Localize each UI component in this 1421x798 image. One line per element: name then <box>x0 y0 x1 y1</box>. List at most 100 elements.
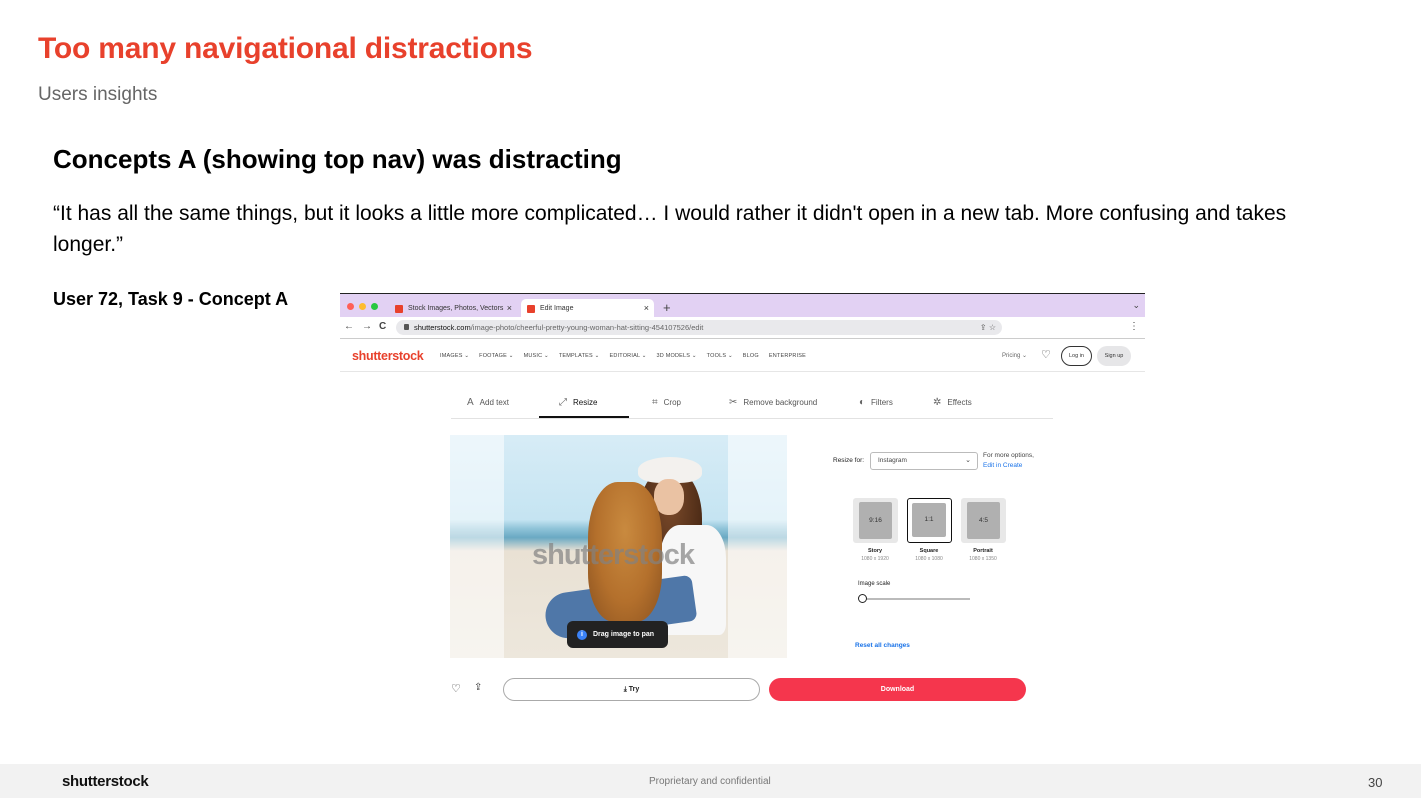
tool-label: Effects <box>947 398 972 407</box>
nav-item-images[interactable]: IMAGES ⌄ <box>440 353 469 359</box>
tab-label: Edit Image <box>540 305 574 312</box>
ratio-dims-square: 1080 x 1080 <box>915 556 943 562</box>
reload-icon[interactable]: C <box>379 321 386 332</box>
image-canvas[interactable]: shutterstock i Drag image to pan <box>450 435 787 658</box>
back-arrow-icon[interactable]: ← <box>344 321 354 332</box>
tool-resize[interactable]: ⤢ Resize <box>559 397 597 408</box>
ratio-option-portrait[interactable]: 4:5 <box>961 498 1006 543</box>
edit-in-create-link[interactable]: Edit in Create <box>983 461 1034 471</box>
ratio-dims-story: 1080 x 1920 <box>861 556 889 562</box>
ratio-preview: 1:1 <box>912 503 946 537</box>
signup-button[interactable]: Sign up <box>1097 346 1131 366</box>
more-options-text: For more options, <box>983 452 1034 459</box>
browser-menu-icon[interactable]: ⋮ <box>1129 321 1139 332</box>
nav-item-enterprise[interactable]: ENTERPRISE <box>769 353 806 359</box>
image-scale-handle[interactable] <box>858 594 867 603</box>
nav-item-3d-models[interactable]: 3D MODELS ⌄ <box>657 353 697 359</box>
ratio-dims-portrait: 1080 x 1350 <box>969 556 997 562</box>
screenshot-caption: User 72, Task 9 - Concept A <box>53 289 289 309</box>
user-quote: “It has all the same things, but it look… <box>53 202 1287 256</box>
footer-logo: shutterstock <box>62 773 149 790</box>
try-button[interactable]: ⤓ Try <box>503 678 760 701</box>
image-scale-label: Image scale <box>858 581 891 587</box>
nav-item-footage[interactable]: FOOTAGE ⌄ <box>479 353 513 359</box>
tool-filters[interactable]: ◐ Filters <box>859 397 893 408</box>
nav-item-editorial[interactable]: EDITORIAL ⌄ <box>609 353 646 359</box>
section-heading: Concepts A (showing top nav) was distrac… <box>53 144 622 174</box>
favorites-heart-icon[interactable]: ♡ <box>1041 348 1051 361</box>
share-icon[interactable]: ⇪ <box>474 682 482 693</box>
nav-item-tools[interactable]: TOOLS ⌄ <box>707 353 733 359</box>
shutterstock-favicon-icon <box>527 304 535 313</box>
resize-for-label: Resize for: <box>833 457 865 464</box>
url-path: /image-photo/cheerful-pretty-young-woman… <box>470 323 704 332</box>
shutterstock-logo[interactable]: shutterstock <box>352 349 424 363</box>
tab-search-chevron-icon[interactable]: ⌄ <box>1132 300 1140 311</box>
crop-icon: ⌗ <box>652 397 658 408</box>
browser-tab-stock-images[interactable]: Stock Images, Photos, Vectors × <box>389 299 517 318</box>
image-scale-slider[interactable] <box>862 598 970 600</box>
magic-wand-icon: ✲ <box>933 397 942 408</box>
resize-for-select[interactable]: Instagram ⌄ <box>870 452 978 470</box>
lock-icon <box>404 324 409 330</box>
nav-item-templates[interactable]: TEMPLATES ⌄ <box>559 353 600 359</box>
slide-title: Too many navigational distractions <box>38 32 533 65</box>
ratio-option-square[interactable]: 1:1 <box>907 498 952 543</box>
slide-footer: shutterstock Proprietary and confidentia… <box>0 764 1421 798</box>
tool-label: Remove background <box>743 398 818 407</box>
crop-dim-right <box>728 435 787 658</box>
shutterstock-favicon-icon <box>395 304 403 313</box>
site-nav-items: IMAGES ⌄ FOOTAGE ⌄ MUSIC ⌄ TEMPLATES ⌄ E… <box>440 353 806 359</box>
scissors-icon: ✂ <box>729 397 738 408</box>
ratio-preview: 9:16 <box>859 502 892 539</box>
pan-hint-text: Drag image to pan <box>593 631 655 638</box>
url-host: shutterstock.com <box>414 323 471 332</box>
close-tab-icon[interactable]: × <box>507 303 512 313</box>
tab-label: Stock Images, Photos, Vectors <box>408 305 504 312</box>
shutterstock-watermark: shutterstock <box>532 539 695 571</box>
ratio-name-story: Story <box>867 548 883 554</box>
ratio-preview: 4:5 <box>967 502 1000 539</box>
window-maximize-dot[interactable] <box>371 303 378 310</box>
filters-icon: ◐ <box>859 397 866 408</box>
ratio-option-story[interactable]: 9:16 <box>853 498 898 543</box>
nav-item-blog[interactable]: BLOG <box>743 353 759 359</box>
editor-toolbar: A Add text ⤢ Resize ⌗ Crop ✂ Remove back… <box>451 391 1053 419</box>
photo-woman-face <box>654 479 684 515</box>
new-tab-icon[interactable]: + <box>663 300 671 315</box>
tool-label: Add text <box>479 398 510 407</box>
browser-screenshot: Stock Images, Photos, Vectors × Edit Ima… <box>340 293 1145 713</box>
window-minimize-dot[interactable] <box>359 303 366 310</box>
address-bar-row: ← → C shutterstock.com/image-photo/cheer… <box>340 317 1145 339</box>
tool-remove-background[interactable]: ✂ Remove background <box>729 397 817 408</box>
tool-add-text[interactable]: A Add text <box>467 397 509 408</box>
browser-tab-edit-image[interactable]: Edit Image × <box>521 299 654 318</box>
tool-label: Crop <box>663 398 681 407</box>
window-close-dot[interactable] <box>347 303 354 310</box>
url-field[interactable]: shutterstock.com/image-photo/cheerful-pr… <box>396 320 1002 335</box>
ratio-name-square: Square <box>919 548 939 554</box>
crop-dim-left <box>450 435 504 658</box>
drag-to-pan-hint: i Drag image to pan <box>567 621 668 648</box>
pricing-menu[interactable]: Pricing ⌄ <box>1002 352 1027 359</box>
page-number: 30 <box>1368 775 1383 790</box>
active-tool-underline <box>539 416 629 418</box>
reset-all-changes-link[interactable]: Reset all changes <box>855 642 910 649</box>
forward-arrow-icon[interactable]: → <box>362 321 372 332</box>
share-bookmark-icons[interactable]: ⇪ ☆ <box>980 320 996 335</box>
nav-item-music[interactable]: MUSIC ⌄ <box>524 353 549 359</box>
heart-icon[interactable]: ♡ <box>451 682 461 695</box>
tool-crop[interactable]: ⌗ Crop <box>652 397 681 408</box>
tool-effects[interactable]: ✲ Effects <box>933 397 972 408</box>
slide-subtitle: Users insights <box>38 84 158 105</box>
close-tab-icon[interactable]: × <box>644 303 649 313</box>
resize-icon: ⤢ <box>559 397 567 408</box>
text-icon: A <box>467 397 474 408</box>
download-button[interactable]: Download <box>769 678 1026 701</box>
chevron-down-icon: ⌄ <box>965 457 971 464</box>
browser-tab-bar: Stock Images, Photos, Vectors × Edit Ima… <box>340 293 1145 318</box>
confidential-note: Proprietary and confidential <box>649 776 771 787</box>
login-button[interactable]: Log in <box>1061 346 1092 366</box>
tool-label: Filters <box>871 398 893 407</box>
site-top-nav: shutterstock IMAGES ⌄ FOOTAGE ⌄ MUSIC ⌄ … <box>340 340 1145 372</box>
